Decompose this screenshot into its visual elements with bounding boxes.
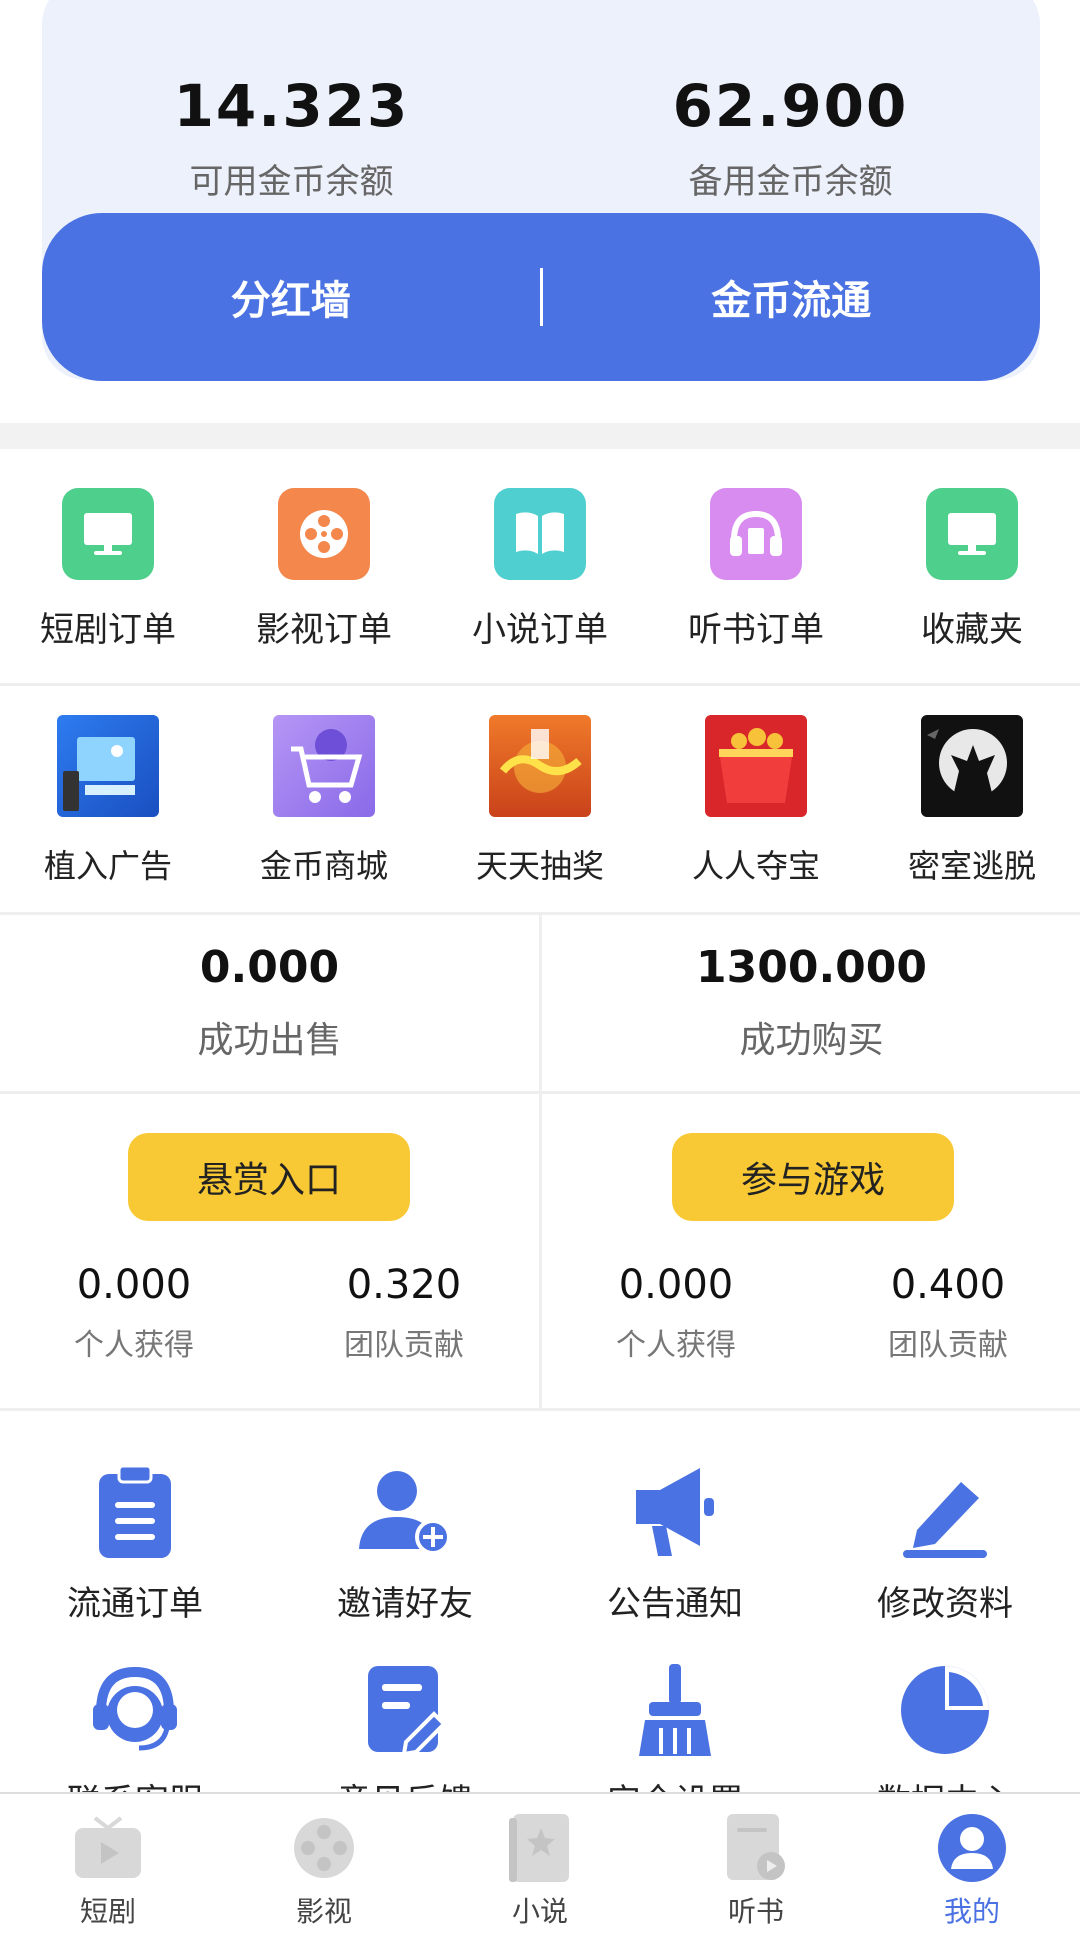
reserve-balance: 62.900 备用金币余额 [541,72,1040,203]
successful-sales-label: 成功出售 [197,1020,342,1061]
services-row: 植入广告 金币商城 天天抽奖 人人夺宝 密室逃脱 [0,715,1080,887]
game-team-label: 团队贡献 [888,1328,1008,1363]
orders-row: 短剧订单 影视订单 小说订单 听书订单 收藏夹 [0,488,1080,651]
film-reel-icon [278,488,370,580]
monitor-icon [926,488,1018,580]
user-profile-icon [936,1812,1008,1884]
section-separator [0,423,1080,449]
escape-room-label: 密室逃脱 [907,847,1036,885]
novel-orders[interactable]: 小说订单 [432,488,648,651]
ad-placement[interactable]: 植入广告 [0,715,216,887]
lottery-image [489,715,591,817]
ad-placement-label: 植入广告 [43,847,172,885]
ad-placement-image [57,715,159,817]
audio-book-icon [720,1812,792,1884]
treasure-hunt-label: 人人夺宝 [691,847,820,885]
tv-play-icon [72,1812,144,1884]
available-balance-label: 可用金币余额 [189,162,394,202]
audiobook-orders[interactable]: 听书订单 [648,488,864,651]
edit-profile-label: 修改资料 [877,1584,1013,1624]
nav-film[interactable]: 影视 [216,1794,432,1937]
shopping-cart-image [273,715,375,817]
treasure-bowl-image [705,715,807,817]
nav-audiobook-label: 听书 [727,1895,784,1928]
pie-chart-icon [895,1660,995,1760]
nav-novel[interactable]: 小说 [432,1794,648,1937]
available-balance-value: 14.323 [173,72,410,140]
monitor-icon [62,488,154,580]
escape-room[interactable]: 密室逃脱 [864,715,1080,887]
book-icon [494,488,586,580]
join-game-button[interactable]: 参与游戏 [672,1133,954,1221]
reward-team-value: 0.320 [346,1262,462,1308]
nav-novel-label: 小说 [511,1895,568,1928]
feedback-icon [355,1660,455,1760]
action-bar: 分红墙 金币流通 [42,213,1040,381]
divider [0,1408,1080,1411]
profile-page: 14.323 可用金币余额 62.900 备用金币余额 分红墙 金币流通 短剧订… [0,0,1080,1937]
escape-room-image [921,715,1023,817]
bottom-nav: 短剧 影视 小说 听书 我的 [0,1792,1080,1937]
daily-lottery-label: 天天抽奖 [475,847,604,885]
megaphone-icon [625,1462,725,1562]
film-reel-icon [288,1812,360,1884]
circulation-orders[interactable]: 流通订单 [0,1462,270,1625]
successful-purchases-label: 成功购买 [739,1020,884,1061]
daily-lottery[interactable]: 天天抽奖 [432,715,648,887]
film-orders-label: 影视订单 [256,610,392,650]
announcements[interactable]: 公告通知 [540,1462,810,1625]
reward-entry-button[interactable]: 悬赏入口 [128,1133,410,1221]
coin-mall[interactable]: 金币商城 [216,715,432,887]
announcements-label: 公告通知 [607,1584,743,1624]
successful-sales: 0.000 成功出售 [0,942,539,1063]
nav-mine-label: 我的 [943,1895,1000,1928]
successful-sales-value: 0.000 [199,942,340,993]
successful-purchases-value: 1300.000 [695,942,928,993]
broom-icon [625,1660,725,1760]
game-personal-value: 0.000 [618,1262,734,1308]
edit-profile[interactable]: 修改资料 [810,1462,1080,1625]
nav-short-drama[interactable]: 短剧 [0,1794,216,1937]
divider [0,1091,1080,1094]
circulation-orders-label: 流通订单 [67,1584,203,1624]
nav-mine[interactable]: 我的 [864,1794,1080,1937]
game-personal: 0.000 个人获得 [566,1262,786,1364]
coin-circulation-button[interactable]: 金币流通 [543,268,1041,326]
favorites-label: 收藏夹 [921,610,1023,650]
game-team: 0.400 团队贡献 [838,1262,1058,1364]
invite-friends[interactable]: 邀请好友 [270,1462,540,1625]
nav-short-drama-label: 短剧 [79,1895,136,1928]
nav-film-label: 影视 [295,1895,352,1928]
short-drama-orders[interactable]: 短剧订单 [0,488,216,651]
divider [0,683,1080,686]
treasure-hunt[interactable]: 人人夺宝 [648,715,864,887]
headset-icon [85,1660,185,1760]
headphones-icon [710,488,802,580]
coin-mall-label: 金币商城 [259,847,388,885]
reward-personal: 0.000 个人获得 [24,1262,244,1364]
novel-orders-label: 小说订单 [472,610,608,650]
film-orders[interactable]: 影视订单 [216,488,432,651]
favorites[interactable]: 收藏夹 [864,488,1080,651]
game-personal-label: 个人获得 [616,1328,736,1363]
reserve-balance-label: 备用金币余额 [688,162,893,202]
invite-friends-label: 邀请好友 [337,1584,473,1624]
reward-personal-value: 0.000 [76,1262,192,1308]
nav-audiobook[interactable]: 听书 [648,1794,864,1937]
short-drama-orders-label: 短剧订单 [40,610,176,650]
reserve-balance-value: 62.900 [672,72,909,140]
book-star-icon [504,1812,576,1884]
reward-personal-label: 个人获得 [74,1328,194,1363]
game-team-value: 0.400 [890,1262,1006,1308]
clipboard-icon [85,1462,185,1562]
reward-team: 0.320 团队贡献 [294,1262,514,1364]
dividend-wall-button[interactable]: 分红墙 [42,268,540,326]
successful-purchases: 1300.000 成功购买 [542,942,1080,1063]
reward-team-label: 团队贡献 [344,1328,464,1363]
audiobook-orders-label: 听书订单 [688,610,824,650]
available-balance: 14.323 可用金币余额 [42,72,541,203]
add-user-icon [355,1462,455,1562]
edit-pen-icon [895,1462,995,1562]
